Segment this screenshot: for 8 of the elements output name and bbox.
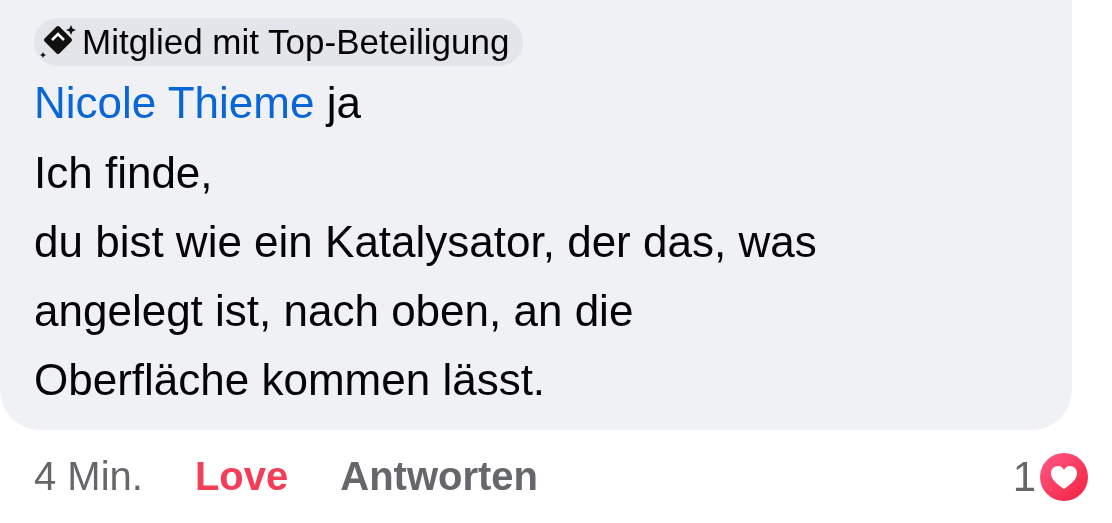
reaction-button[interactable]: Love bbox=[194, 454, 289, 499]
timestamp: 4 Min. bbox=[34, 454, 143, 499]
reply-button[interactable]: Antworten bbox=[340, 454, 539, 499]
mention-link[interactable]: Nicole Thieme bbox=[34, 78, 315, 127]
comment-text: Ich finde, du bist wie ein Katalysator, der das, was angelegt ist, nach oben, an die Oberfläche kommen lässt. bbox=[34, 147, 818, 406]
reaction-count: 1 bbox=[1012, 452, 1036, 501]
comment-text: ja bbox=[324, 78, 361, 127]
badge-label: Mitglied mit Top-Beteiligung bbox=[82, 22, 510, 62]
